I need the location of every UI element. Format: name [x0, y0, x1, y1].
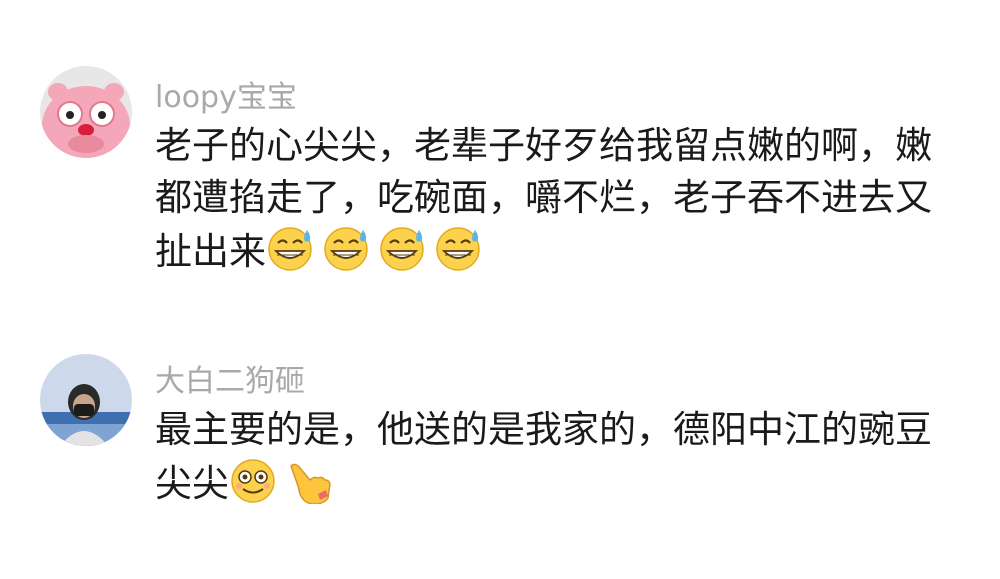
pointing-hand-icon	[285, 456, 335, 504]
comment-item: loopy宝宝 老子的心尖尖，老辈子好歹给我留点嫩的啊，嫩都遭掐走了，吃碗面，嚼…	[0, 0, 1000, 300]
grin-sweat-icon	[322, 224, 372, 272]
pink-beaver-avatar-icon	[40, 66, 132, 158]
grin-sweat-icon	[266, 224, 316, 272]
avatar[interactable]	[40, 66, 132, 158]
comment-item: 大白二狗砸 最主要的是，他送的是我家的，德阳中江的豌豆尖尖	[0, 300, 1000, 579]
grin-sweat-icon	[378, 224, 428, 272]
comment-username[interactable]: 大白二狗砸	[155, 356, 305, 400]
avatar[interactable]	[40, 354, 132, 446]
comment-text: 老子的心尖尖，老辈子好歹给我留点嫩的啊，嫩都遭掐走了，吃碗面，嚼不烂，老子吞不进…	[155, 120, 945, 278]
grin-sweat-icon	[434, 224, 484, 272]
comment-text: 最主要的是，他送的是我家的，德阳中江的豌豆尖尖	[155, 404, 945, 510]
person-photo-avatar-icon	[40, 354, 132, 446]
comment-username[interactable]: loopy宝宝	[155, 72, 297, 116]
dizzy-face-icon	[229, 456, 279, 504]
